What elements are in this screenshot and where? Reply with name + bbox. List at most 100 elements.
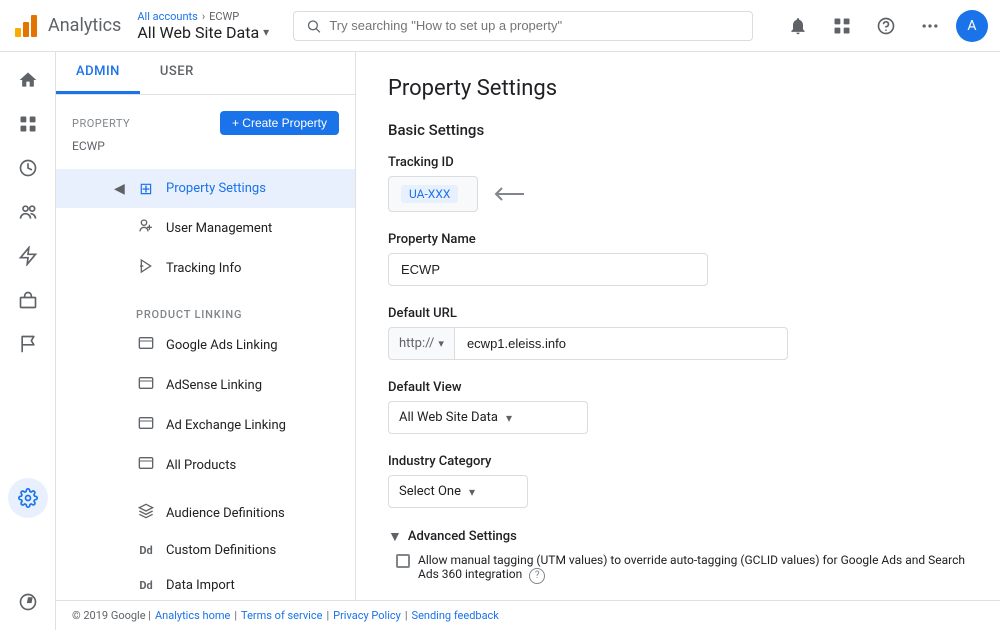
sidebar-item-behavior[interactable] (8, 280, 48, 320)
google-ads-icon (136, 335, 156, 355)
default-view-select[interactable]: All Web Site Data ▾ (388, 401, 588, 434)
notifications-button[interactable] (780, 8, 816, 44)
create-property-button[interactable]: + Create Property (220, 111, 339, 135)
property-selector-label: All Web Site Data (137, 23, 259, 42)
help-button[interactable] (868, 8, 904, 44)
nav-label-data-import: Data Import (166, 578, 235, 593)
audience-def-icon (136, 503, 156, 523)
url-prefix-chevron: ▾ (438, 337, 444, 350)
data-import-icon: Dd (136, 579, 156, 592)
tab-admin[interactable]: ADMIN (56, 52, 140, 94)
footer-feedback[interactable]: Sending feedback (412, 609, 499, 622)
nav-label-google-ads: Google Ads Linking (166, 338, 278, 353)
sidebar-item-realtime[interactable] (8, 104, 48, 144)
ad-exchange-icon (136, 415, 156, 435)
nav-item-audience-definitions[interactable]: Audience Definitions (56, 493, 355, 533)
realtime-icon (18, 114, 38, 134)
advanced-checkbox[interactable] (396, 554, 410, 568)
footer: © 2019 Google | Analytics home | Terms o… (56, 600, 1000, 630)
search-input[interactable] (329, 18, 740, 33)
explore-icon (18, 592, 38, 612)
apps-button[interactable] (824, 8, 860, 44)
sidebar-item-explore[interactable] (8, 582, 48, 622)
logo-area: Analytics (12, 12, 121, 40)
nav-item-custom-definitions[interactable]: Dd Custom Definitions (56, 533, 355, 568)
tracking-id-label: Tracking ID (388, 155, 968, 170)
nav-item-all-products[interactable]: All Products (56, 445, 355, 485)
tracking-icon (136, 258, 156, 278)
property-selector[interactable]: All Web Site Data ▾ (137, 23, 269, 42)
help-circle-icon[interactable]: ? (529, 568, 545, 584)
acquisition-icon (18, 246, 38, 266)
tracking-id-value: UA-XXX (401, 185, 458, 203)
breadcrumb-sep: › (202, 10, 205, 23)
user-management-icon (136, 218, 156, 238)
industry-category-select[interactable]: Select One ▾ (388, 475, 528, 508)
gear-icon (18, 488, 38, 508)
logo-text: Analytics (48, 15, 121, 36)
sidebar-item-audience[interactable] (8, 192, 48, 232)
search-bar[interactable] (293, 11, 753, 41)
page-title: Property Settings (388, 76, 968, 101)
property-name-input[interactable] (388, 253, 708, 286)
breadcrumb-accounts[interactable]: All accounts (137, 10, 197, 23)
more-button[interactable] (912, 8, 948, 44)
adsense-icon (136, 375, 156, 395)
sidebar-item-clock[interactable] (8, 148, 48, 188)
industry-category-chevron: ▾ (469, 485, 475, 499)
header-icons: A (780, 8, 988, 44)
arrow-left-icon (494, 186, 526, 202)
chevron-down-icon: ▾ (263, 25, 269, 39)
back-icon[interactable]: ◀ (114, 181, 125, 197)
footer-sep3: | (405, 609, 408, 622)
all-products-icon (136, 455, 156, 475)
tracking-id-group: Tracking ID UA-XXX (388, 155, 968, 212)
footer-sep1: | (234, 609, 237, 622)
nav-item-adsense[interactable]: AdSense Linking (56, 365, 355, 405)
search-icon (306, 18, 321, 34)
default-view-label: Default View (388, 380, 968, 395)
default-view-value: All Web Site Data (399, 410, 498, 425)
property-settings-icon: ⊞ (136, 179, 156, 198)
basic-settings-title: Basic Settings (388, 121, 968, 139)
nav-label-adsense: AdSense Linking (166, 378, 262, 393)
footer-privacy[interactable]: Privacy Policy (333, 609, 401, 622)
nav-item-user-management[interactable]: User Management (56, 208, 355, 248)
avatar[interactable]: A (956, 10, 988, 42)
footer-sep2: | (326, 609, 329, 622)
footer-terms[interactable]: Terms of service (241, 609, 322, 622)
industry-category-label: Industry Category (388, 454, 968, 469)
nav-item-ad-exchange[interactable]: Ad Exchange Linking (56, 405, 355, 445)
nav-section-property: ◀ ⊞ Property Settings User Management (56, 161, 355, 296)
url-prefix[interactable]: http:// ▾ (388, 327, 454, 360)
nav-item-data-import[interactable]: Dd Data Import (56, 568, 355, 603)
analytics-logo-icon (12, 12, 40, 40)
home-icon (18, 70, 38, 90)
tracking-id-field: UA-XXX (388, 176, 478, 212)
tracking-id-box: UA-XXX (388, 176, 968, 212)
footer-copyright: © 2019 Google | (72, 609, 151, 622)
industry-category-group: Industry Category Select One ▾ (388, 454, 968, 508)
nav-item-tracking-info[interactable]: Tracking Info (56, 248, 355, 288)
sidebar-item-home[interactable] (8, 60, 48, 100)
nav-item-property-settings[interactable]: ◀ ⊞ Property Settings (56, 169, 355, 208)
sidebar-icons (0, 52, 56, 630)
tab-user[interactable]: USER (140, 52, 214, 94)
url-input[interactable] (454, 327, 788, 360)
footer-analytics-home[interactable]: Analytics home (155, 609, 230, 622)
sidebar-item-conversions[interactable] (8, 324, 48, 364)
sidebar-item-acquisition[interactable] (8, 236, 48, 276)
advanced-settings-label: Advanced Settings (408, 529, 517, 544)
admin-tabs: ADMIN USER (56, 52, 355, 95)
grid-icon (832, 16, 852, 36)
nav-label-custom-definitions: Custom Definitions (166, 543, 276, 558)
property-sublabel: ECWP (56, 139, 355, 161)
property-header-row: Property + Create Property (56, 103, 355, 139)
breadcrumb-top: All accounts › ECWP (137, 10, 269, 23)
advanced-settings-toggle[interactable]: ▼ Advanced Settings (388, 528, 968, 545)
nav-item-google-ads[interactable]: Google Ads Linking (56, 325, 355, 365)
url-input-group: http:// ▾ (388, 327, 788, 360)
help-icon (876, 16, 896, 36)
property-name-group: Property Name (388, 232, 968, 286)
sidebar-item-admin[interactable] (8, 478, 48, 518)
